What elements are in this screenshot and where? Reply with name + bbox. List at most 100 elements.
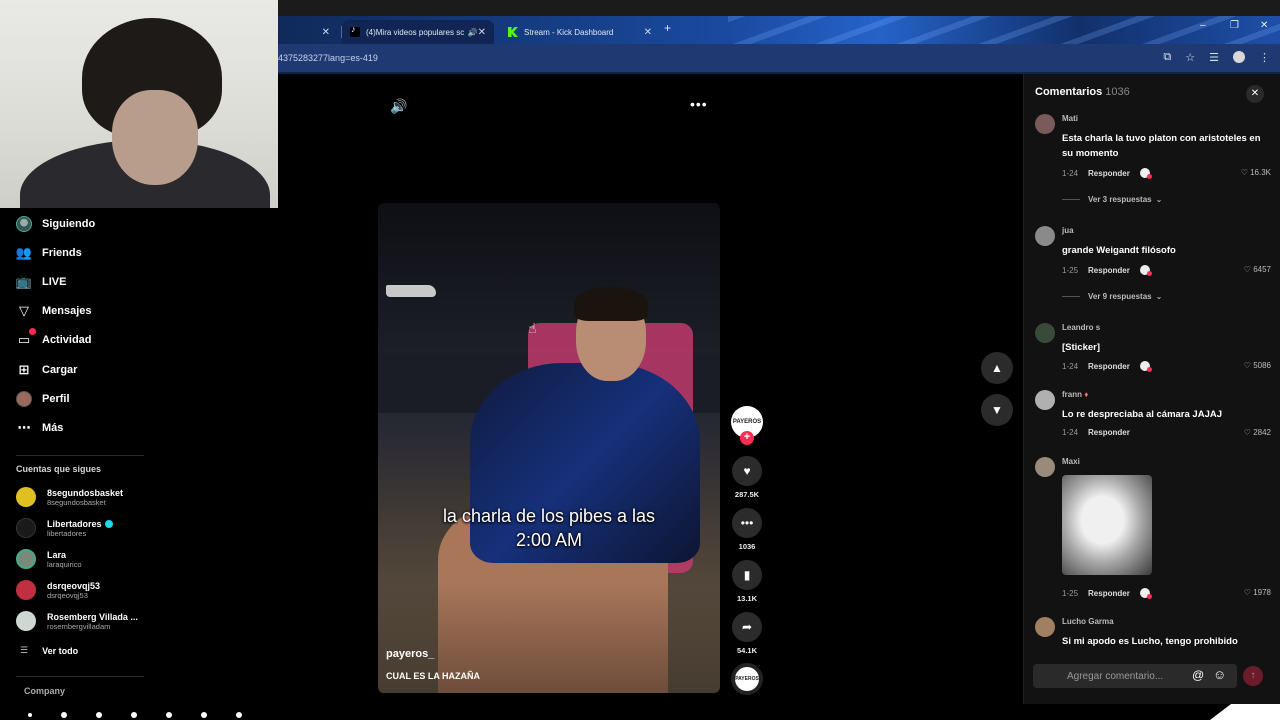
avatar[interactable]	[1035, 323, 1055, 343]
following-avatar-icon	[16, 216, 32, 232]
send-comment-button[interactable]: ↑	[1243, 666, 1263, 686]
translate-icon[interactable]: ⧉	[1163, 51, 1171, 64]
taskbar-dot	[236, 712, 242, 718]
following-account-item[interactable]: 8segundosbasket 8segundosbasket	[16, 487, 123, 507]
view-replies-button[interactable]: Ver 9 respuestas ⌄	[1062, 292, 1162, 301]
comment-input-box[interactable]	[1033, 664, 1237, 688]
bookmark-icon[interactable]: ▮	[732, 560, 762, 590]
avatar[interactable]	[1035, 457, 1055, 477]
sidebar-item-siguiendo[interactable]: Siguiendo	[16, 214, 95, 234]
reply-button[interactable]: Responder	[1088, 428, 1130, 437]
avatar[interactable]	[1035, 114, 1055, 134]
profile-icon[interactable]	[1233, 51, 1245, 63]
avatar[interactable]	[1035, 617, 1055, 637]
share-count: 54.1K	[736, 646, 757, 655]
comment-icon[interactable]: •••	[732, 508, 762, 538]
following-account-item[interactable]: Libertadores libertadores	[16, 518, 113, 538]
see-all-link[interactable]: ☰ Ver todo	[20, 645, 78, 656]
volume-icon[interactable]: 🔊	[390, 98, 407, 115]
avatar[interactable]	[1035, 226, 1055, 246]
menu-icon[interactable]: ⋮	[1259, 51, 1270, 64]
minimize-button[interactable]: –	[1200, 20, 1206, 31]
account-name: Rosemberg Villada ...	[47, 611, 138, 622]
browser-tab-kick[interactable]: Stream - Kick Dashboard ✕	[500, 20, 660, 44]
comment-date: 1-24	[1062, 168, 1079, 178]
share-icon[interactable]: ➦	[732, 612, 762, 642]
comment-likes[interactable]: ♡ 6457	[1244, 265, 1271, 274]
sidebar-item-cargar[interactable]: ⊞ Cargar	[16, 360, 78, 380]
close-icon: ✕	[1250, 88, 1260, 99]
upload-icon: ⊞	[18, 362, 30, 377]
following-account-item[interactable]: dsrqeovqj53 dsrqeovqj53	[16, 580, 100, 600]
browser-tab-tiktok[interactable]: (4)Mira videos populares sc 🔊 ✕	[342, 20, 494, 44]
next-video-button[interactable]: ▼	[981, 394, 1013, 426]
new-tab-button[interactable]: +	[664, 21, 671, 35]
reply-button[interactable]: Responder	[1088, 266, 1130, 275]
reply-button[interactable]: Responder	[1088, 169, 1130, 178]
comment-count: 1036	[738, 542, 756, 551]
comment-meta: 1-24 Responder	[1062, 168, 1152, 179]
star-icon[interactable]: ☆	[1185, 51, 1195, 64]
close-comments-button[interactable]: ✕	[1246, 85, 1264, 103]
comments-count: 1036	[1105, 86, 1130, 98]
left-sidebar: Siguiendo 👥 Friends 📺 LIVE ▽ Mensajes ▭ …	[0, 208, 150, 720]
following-account-item[interactable]: Rosemberg Villada ... rosembergvilladam	[16, 611, 138, 631]
sidebar-item-friends[interactable]: 👥 Friends	[16, 243, 82, 263]
save-action[interactable]: ▮ 13.1K	[731, 560, 763, 603]
comment-username[interactable]: jua	[1062, 226, 1074, 235]
comment-text: Si mi apodo es Lucho, tengo prohibido	[1062, 636, 1238, 647]
comment-likes[interactable]: ♡ 5086	[1244, 361, 1271, 370]
browser-tab-hidden[interactable]: ✕	[278, 20, 342, 44]
emoji-icon[interactable]: ☺	[1213, 667, 1226, 682]
close-window-button[interactable]: ✕	[1260, 20, 1268, 31]
comment-likes[interactable]: ♡ 1978	[1244, 588, 1271, 597]
heart-icon[interactable]: ♥	[732, 456, 762, 486]
music-disc-icon[interactable]: PAYEROS	[731, 663, 763, 695]
following-account-item[interactable]: Lara laraquirico	[16, 549, 82, 569]
sidebar-item-perfil[interactable]: Perfil	[16, 389, 70, 409]
close-tab-icon[interactable]: ✕	[478, 27, 486, 38]
comment-meta: 1-24 Responder	[1062, 428, 1130, 437]
company-link[interactable]: Company	[24, 686, 65, 696]
creator-liked-icon	[1139, 588, 1152, 599]
sidebar-item-live[interactable]: 📺 LIVE	[16, 272, 67, 292]
close-tab-icon[interactable]: ✕	[322, 27, 330, 38]
like-action[interactable]: ♥ 287.5K	[731, 456, 763, 499]
speaker-icon[interactable]: 🔊	[468, 28, 478, 37]
address-bar[interactable]: 4375283277lang=es-419 ⧉ ☆ ☰ ⋮	[278, 44, 1280, 72]
sticker-image[interactable]	[1062, 475, 1152, 575]
follow-plus-button[interactable]: +	[740, 431, 754, 445]
mention-icon[interactable]: @	[1192, 668, 1204, 682]
comment-username[interactable]: Lucho Garma	[1062, 617, 1114, 626]
browser-tab-strip: ✕ (4)Mira videos populares sc 🔊 ✕ Stream…	[278, 16, 1280, 44]
video-author[interactable]: payeros_	[386, 648, 434, 660]
avatar[interactable]	[1035, 390, 1055, 410]
sidebar-item-actividad[interactable]: ▭ Actividad	[16, 328, 92, 350]
comment-username[interactable]: frann ♦	[1062, 390, 1088, 399]
chevron-down-icon: ⌄	[1155, 292, 1163, 301]
sidebar-item-mas[interactable]: ⋯ Más	[16, 418, 64, 438]
comment-username[interactable]: Leandro s	[1062, 323, 1100, 332]
comment-action[interactable]: ••• 1036	[731, 508, 763, 551]
comment-likes[interactable]: ♡ 16.3K	[1241, 168, 1271, 177]
reply-button[interactable]: Responder	[1088, 362, 1130, 371]
close-tab-icon[interactable]: ✕	[644, 27, 652, 38]
view-replies-button[interactable]: Ver 3 respuestas ⌄	[1062, 195, 1162, 204]
comment-username[interactable]: Mati	[1062, 114, 1078, 123]
comment-username[interactable]: Maxi	[1062, 457, 1080, 466]
comment-input[interactable]	[1067, 669, 1187, 683]
share-action[interactable]: ➦ 54.1K	[731, 612, 763, 655]
previous-video-button[interactable]: ▲	[981, 352, 1013, 384]
more-options-icon[interactable]: •••	[690, 96, 708, 112]
url-text[interactable]: 4375283277lang=es-419	[278, 53, 378, 63]
following-section-title: Cuentas que sigues	[16, 464, 102, 474]
reading-list-icon[interactable]: ☰	[1209, 51, 1219, 64]
reply-button[interactable]: Responder	[1088, 589, 1130, 598]
restore-button[interactable]: ❐	[1230, 20, 1239, 31]
sidebar-item-mensajes[interactable]: ▽ Mensajes	[16, 301, 92, 321]
video-boat	[386, 285, 436, 297]
comments-header: Comentarios 1036	[1035, 86, 1130, 98]
video-player[interactable]	[378, 203, 720, 693]
comment-likes[interactable]: ♡ 2842	[1244, 428, 1271, 437]
comment-text: grande Weigandt filósofo	[1062, 245, 1176, 256]
